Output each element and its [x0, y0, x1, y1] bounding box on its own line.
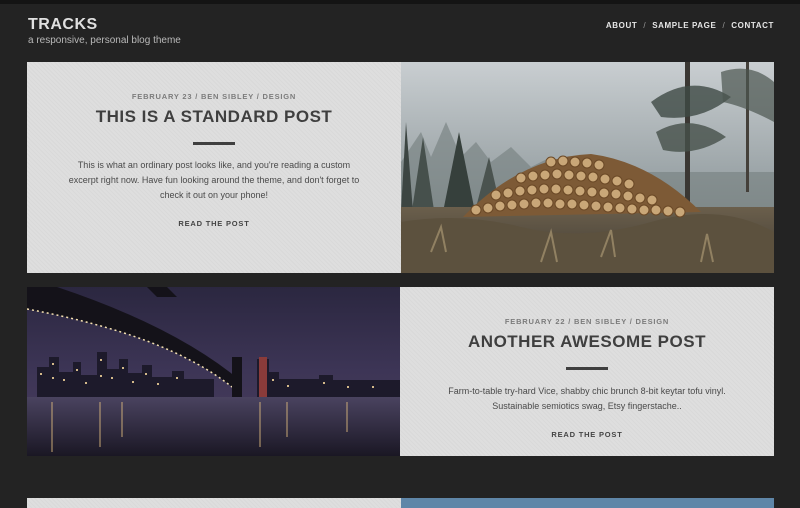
main-nav: ABOUT / SAMPLE PAGE / CONTACT — [606, 21, 774, 30]
site-tagline: a responsive, personal blog theme — [28, 35, 181, 46]
post-featured-image[interactable] — [401, 62, 774, 273]
nav-item-about[interactable]: ABOUT — [606, 21, 637, 30]
post-featured-image[interactable] — [27, 287, 400, 456]
post-card-next — [27, 498, 774, 508]
post-text-panel: FEBRUARY 22 / BEN SIBLEY / DESIGN ANOTHE… — [400, 287, 774, 456]
nav-item-sample-page[interactable]: SAMPLE PAGE — [652, 21, 716, 30]
top-bar — [0, 0, 800, 4]
post-title[interactable]: ANOTHER AWESOME POST — [400, 332, 774, 352]
nav-separator: / — [643, 21, 647, 30]
post-card-standard: FEBRUARY 23 / BEN SIBLEY / DESIGN THIS I… — [27, 62, 774, 273]
read-post-link[interactable]: READ THE POST — [400, 430, 774, 439]
post-featured-image[interactable] — [401, 498, 774, 508]
nav-item-contact[interactable]: CONTACT — [731, 21, 774, 30]
bridge-night-image — [27, 287, 400, 456]
post-card-awesome: FEBRUARY 22 / BEN SIBLEY / DESIGN ANOTHE… — [27, 287, 774, 456]
nav-separator: / — [722, 21, 726, 30]
post-title[interactable]: THIS IS A STANDARD POST — [27, 107, 401, 127]
title-divider — [566, 367, 608, 370]
read-post-link[interactable]: READ THE POST — [27, 219, 401, 228]
site-title[interactable]: TRACKS — [28, 16, 98, 34]
post-excerpt: Farm-to-table try-hard Vice, shabby chic… — [448, 386, 726, 411]
post-meta: FEBRUARY 23 / BEN SIBLEY / DESIGN — [131, 92, 297, 101]
title-divider — [193, 142, 235, 145]
post-text-panel — [27, 498, 401, 508]
post-text-panel: FEBRUARY 23 / BEN SIBLEY / DESIGN THIS I… — [27, 62, 401, 273]
post-meta: FEBRUARY 22 / BEN SIBLEY / DESIGN — [504, 317, 670, 326]
post-excerpt: This is what an ordinary post looks like… — [68, 160, 360, 200]
forest-logs-image — [401, 62, 774, 273]
